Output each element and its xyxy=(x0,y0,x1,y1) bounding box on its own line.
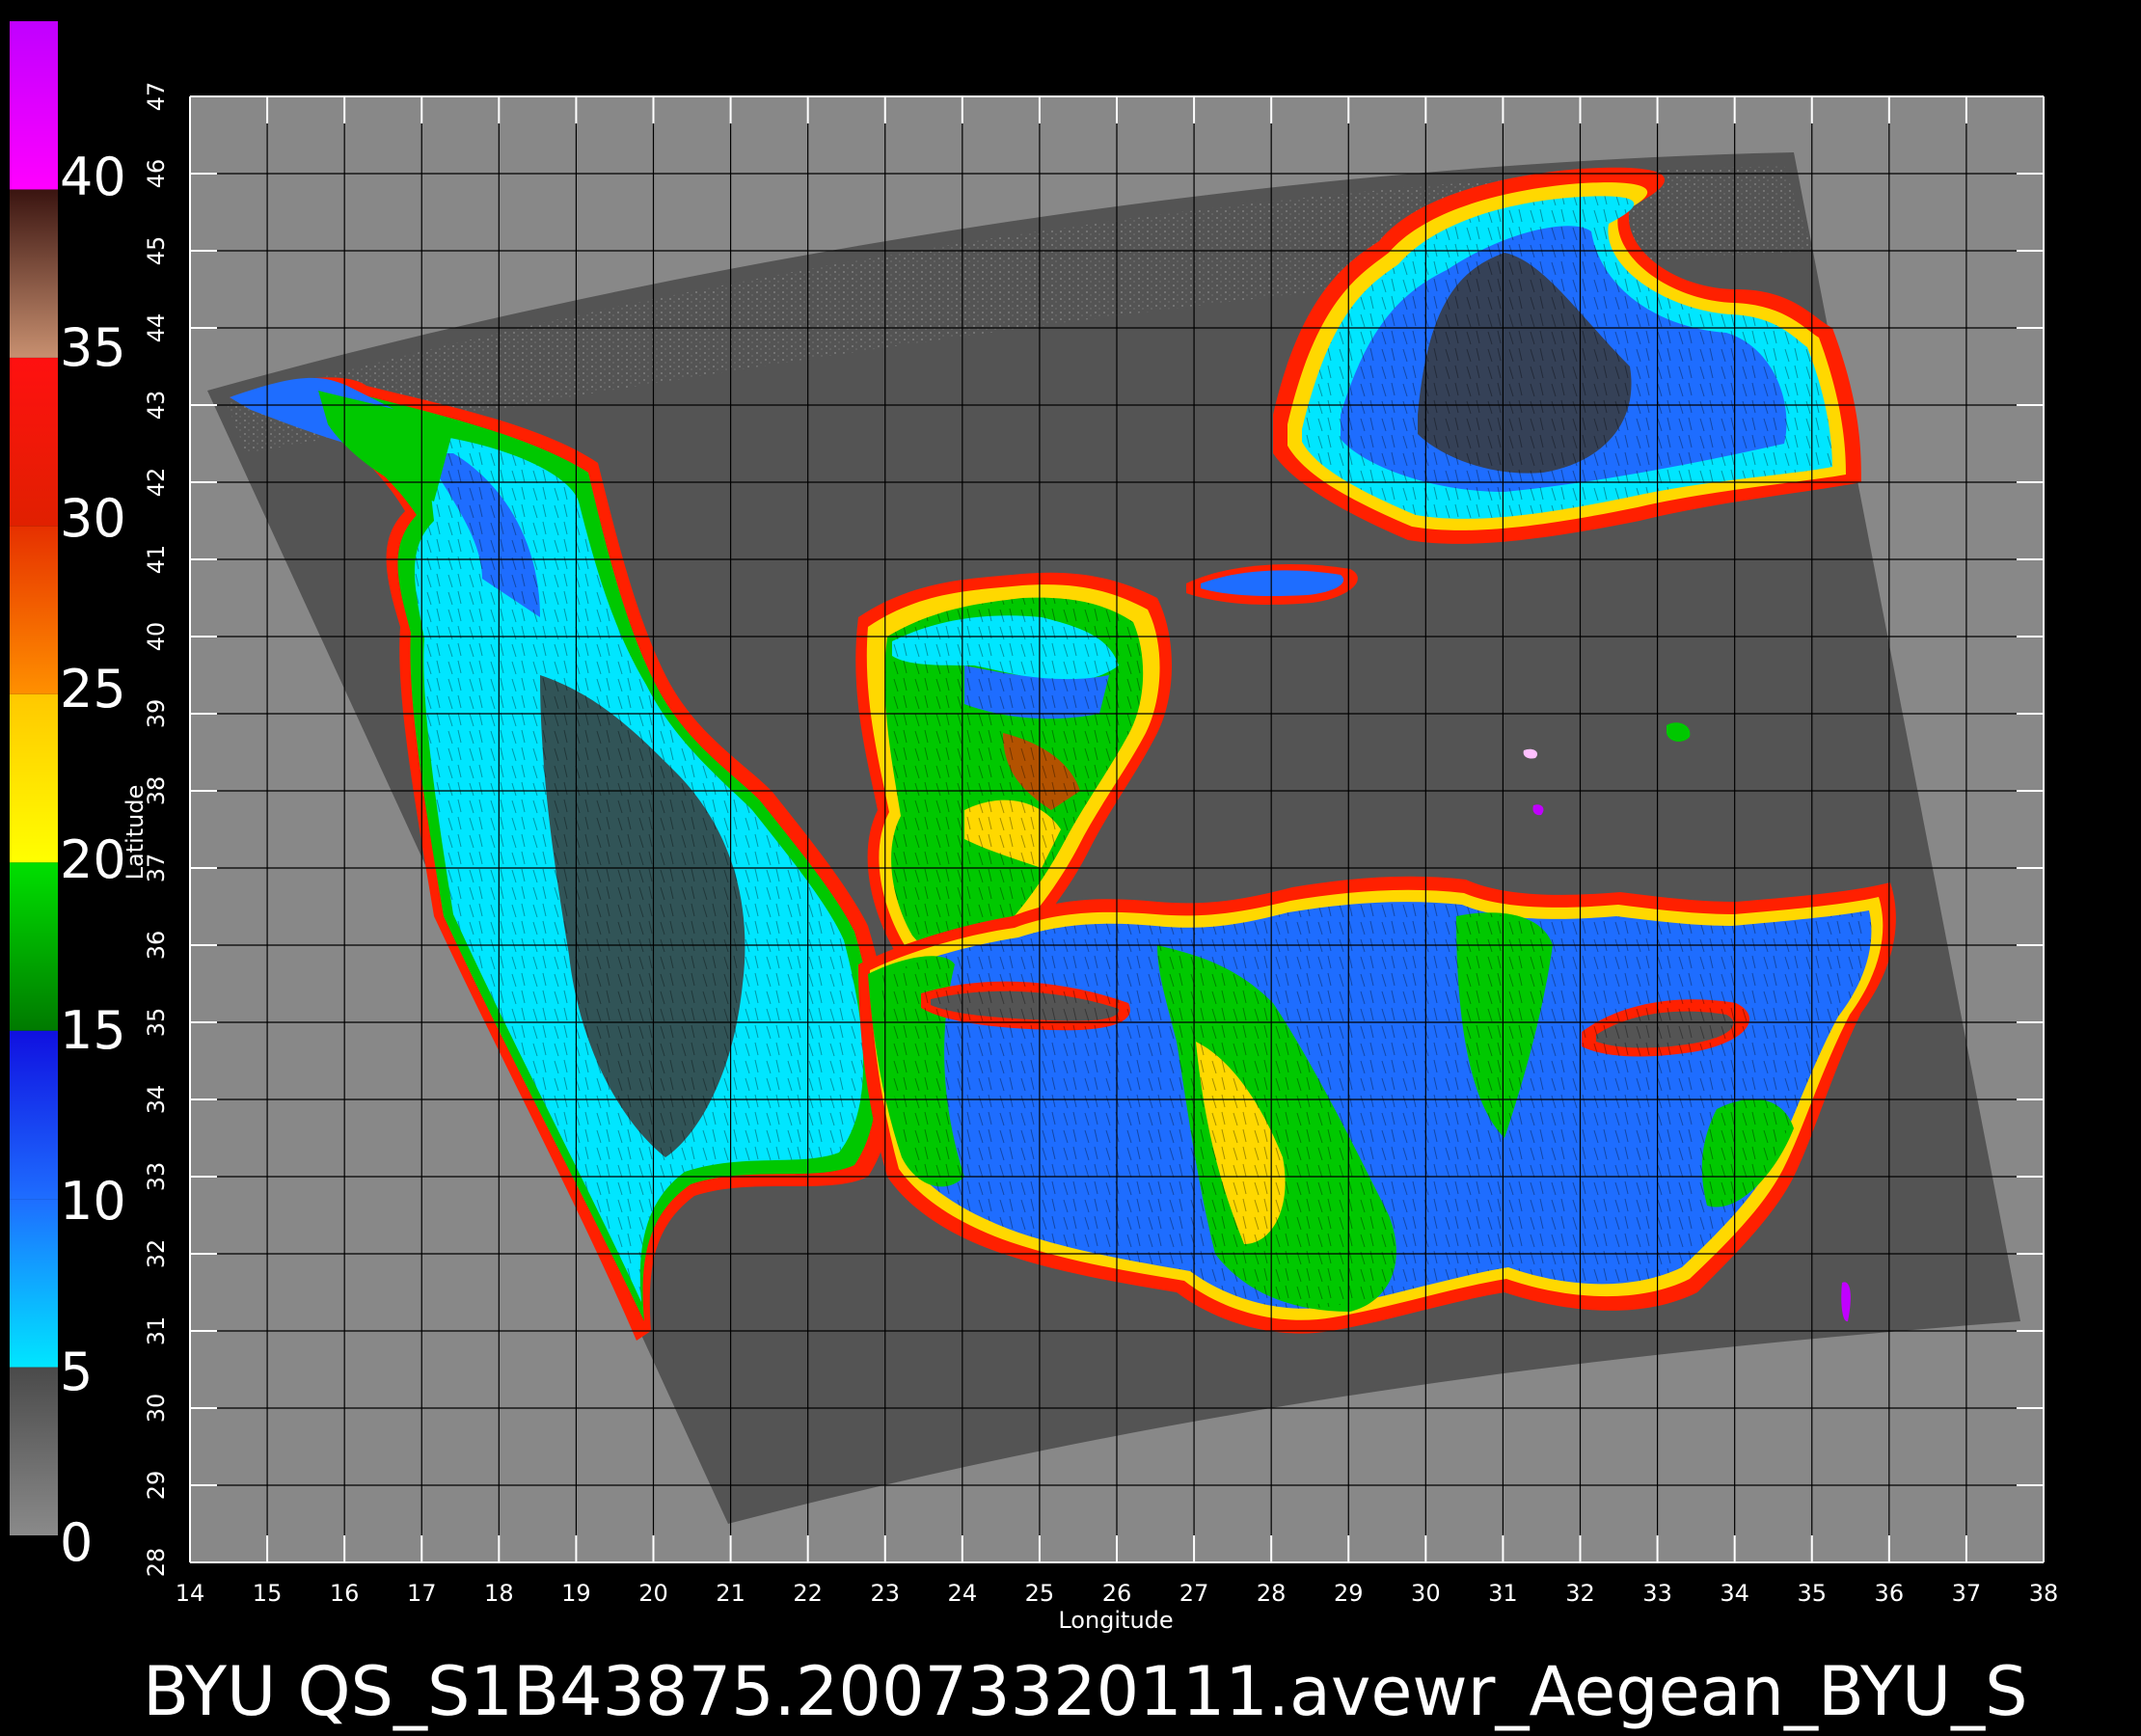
x-tick-label: 21 xyxy=(716,1580,745,1607)
x-tick-label: 15 xyxy=(253,1580,283,1607)
colorbar-label-30: 30 xyxy=(60,488,126,549)
y-tick-label: 47 xyxy=(143,82,170,112)
x-tick-label: 34 xyxy=(1720,1580,1749,1607)
x-tick-label: 17 xyxy=(407,1580,437,1607)
y-tick-label: 30 xyxy=(143,1394,170,1424)
x-tick-label: 16 xyxy=(330,1580,360,1607)
y-tick-label: 44 xyxy=(143,313,170,343)
colorbar-label-5: 5 xyxy=(60,1342,93,1402)
x-tick-label: 27 xyxy=(1179,1580,1209,1607)
x-tick-label: 14 xyxy=(176,1580,205,1607)
x-tick-label: 35 xyxy=(1797,1580,1827,1607)
figure-title: BYU QS_S1B43875.20073320111.avewr_Aegean… xyxy=(143,1652,2028,1731)
colorbar-segment-25-30 xyxy=(10,526,58,694)
x-tick-label: 26 xyxy=(1102,1580,1132,1607)
colorbar-segment-0-5 xyxy=(10,1367,58,1535)
y-tick-label: 36 xyxy=(143,931,170,961)
x-tick-label: 18 xyxy=(484,1580,514,1607)
x-tick-label: 32 xyxy=(1565,1580,1595,1607)
y-tick-label: 39 xyxy=(143,699,170,729)
y-tick-label: 31 xyxy=(143,1316,170,1346)
x-tick-label: 19 xyxy=(561,1580,591,1607)
x-tick-label: 28 xyxy=(1257,1580,1287,1607)
colorbar-segment-30-35 xyxy=(10,357,58,527)
x-tick-label: 30 xyxy=(1411,1580,1441,1607)
y-tick-label: 42 xyxy=(143,468,170,498)
colorbar-label-15: 15 xyxy=(60,1000,126,1061)
x-tick-label: 22 xyxy=(793,1580,823,1607)
colorbar-label-35: 35 xyxy=(60,317,126,378)
y-tick-label: 46 xyxy=(143,159,170,189)
y-tick-label: 35 xyxy=(143,1008,170,1038)
colorbar-label-0: 0 xyxy=(60,1512,93,1573)
colorbar-label-20: 20 xyxy=(60,829,126,890)
colorbar-segments xyxy=(10,21,58,1535)
x-tick-label: 33 xyxy=(1642,1580,1672,1607)
x-tick-label: 38 xyxy=(2029,1580,2059,1607)
wind-map-figure: 0 5 10 15 20 25 30 35 40 14 15 16 17 18 … xyxy=(0,0,2141,1736)
y-tick-label: 43 xyxy=(143,391,170,420)
x-tick-label: 36 xyxy=(1875,1580,1905,1607)
colorbar-segment-40-45 xyxy=(10,21,58,190)
colorbar-segment-5-10 xyxy=(10,1199,58,1368)
x-tick-label: 37 xyxy=(1952,1580,1982,1607)
y-tick-label: 33 xyxy=(143,1162,170,1192)
plot-area xyxy=(189,95,2045,1563)
y-tick-label: 28 xyxy=(143,1548,170,1578)
y-tick-label: 34 xyxy=(143,1085,170,1115)
y-tick-label: 29 xyxy=(143,1471,170,1501)
colorbar-segment-35-40 xyxy=(10,189,58,358)
y-tick-label: 40 xyxy=(143,622,170,652)
colorbar-label-10: 10 xyxy=(60,1171,126,1232)
colorbar-label-40: 40 xyxy=(60,147,126,207)
y-tick-label: 45 xyxy=(143,236,170,266)
colorbar-segment-20-25 xyxy=(10,693,58,863)
y-axis-label: Latitude xyxy=(122,785,149,881)
x-tick-label: 25 xyxy=(1025,1580,1055,1607)
y-tick-label: 41 xyxy=(143,545,170,575)
x-tick-label: 29 xyxy=(1334,1580,1364,1607)
colorbar-segment-10-15 xyxy=(10,1030,58,1200)
x-tick-label: 20 xyxy=(638,1580,668,1607)
x-tick-label: 31 xyxy=(1488,1580,1518,1607)
y-tick-label: 32 xyxy=(143,1239,170,1269)
x-tick-label: 23 xyxy=(870,1580,900,1607)
x-axis-label: Longitude xyxy=(1058,1607,1173,1634)
colorbar-segment-15-20 xyxy=(10,862,58,1031)
x-tick-label: 24 xyxy=(948,1580,978,1607)
colorbar-label-25: 25 xyxy=(60,659,126,719)
